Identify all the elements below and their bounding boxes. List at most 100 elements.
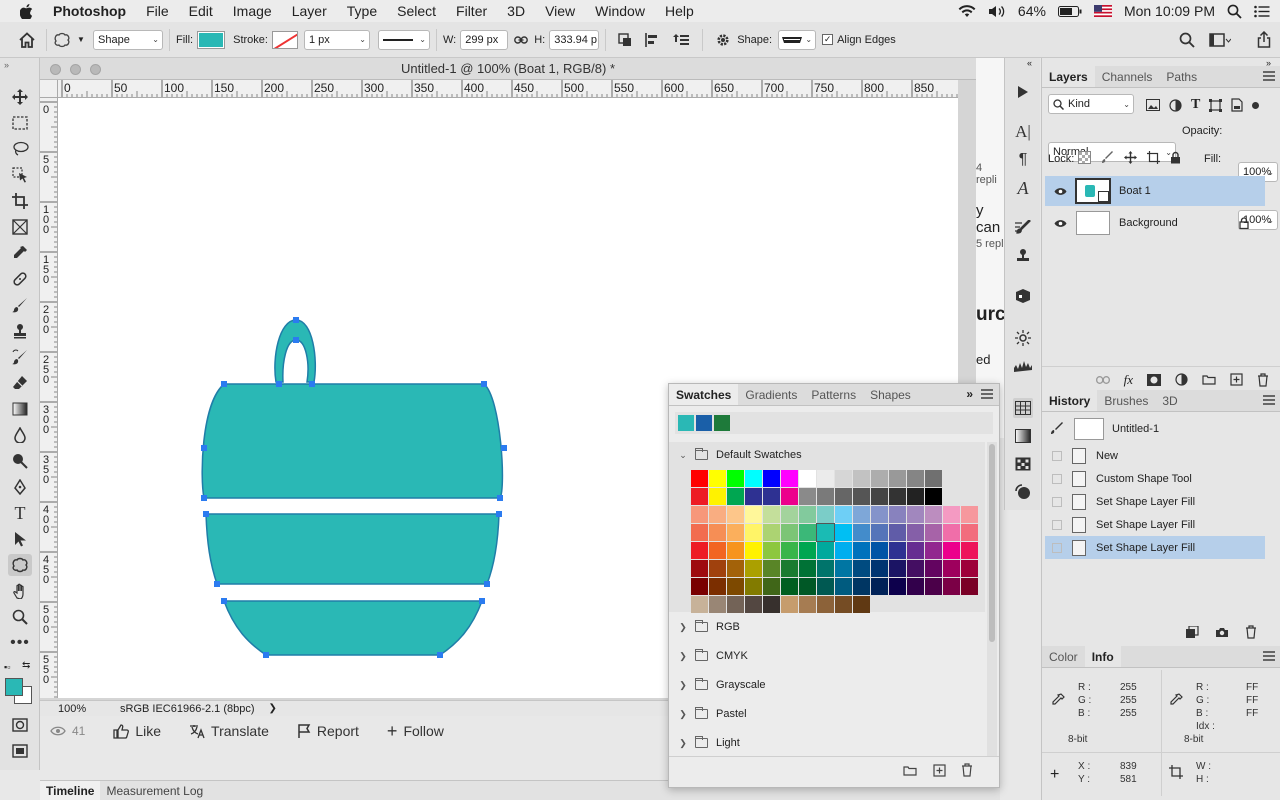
path-anchor-handle[interactable] (501, 445, 507, 451)
like-button[interactable]: Like (103, 723, 171, 739)
eyedropper-readout-icon[interactable] (1051, 693, 1065, 707)
color-swatch[interactable] (745, 542, 762, 559)
color-swatch[interactable] (853, 596, 870, 613)
minimize-window-button[interactable] (70, 64, 81, 75)
width-input[interactable]: 299 px (460, 29, 509, 50)
new-document-from-state-icon[interactable] (1185, 625, 1199, 639)
history-brush-checkbox[interactable] (1052, 473, 1062, 484)
color-swatch[interactable] (853, 542, 870, 559)
color-swatch[interactable] (943, 506, 960, 523)
workspace-switcher-icon[interactable] (1209, 32, 1231, 48)
close-window-button[interactable] (50, 64, 61, 75)
path-selection-tool-icon[interactable] (8, 528, 32, 550)
color-swatch[interactable] (835, 524, 852, 541)
lock-position-icon[interactable] (1124, 151, 1137, 164)
color-swatch[interactable] (763, 470, 780, 487)
pen-tool-icon[interactable] (8, 476, 32, 498)
default-colors-icon[interactable]: ▪▫ (4, 662, 10, 672)
color-swatch[interactable] (871, 506, 888, 523)
path-anchor-handle[interactable] (497, 495, 503, 501)
filter-pixel-icon[interactable] (1146, 99, 1160, 111)
tab-info[interactable]: Info (1084, 646, 1121, 667)
patterns-panel-icon[interactable] (1013, 454, 1033, 474)
spotlight-search-icon[interactable] (1227, 4, 1242, 19)
swatches-panel-icon[interactable] (1013, 398, 1033, 418)
path-anchor-handle[interactable] (201, 445, 207, 451)
color-swatch[interactable] (853, 488, 870, 505)
color-swatch[interactable] (709, 560, 726, 577)
home-icon[interactable] (18, 31, 40, 48)
color-swatch[interactable] (763, 488, 780, 505)
menu-layer[interactable]: Layer (282, 3, 337, 19)
flag-icon[interactable] (1093, 5, 1112, 17)
layer-effects-icon[interactable]: fx (1124, 372, 1133, 388)
history-state-set-fill-3[interactable]: Set Shape Layer Fill (1045, 536, 1265, 559)
history-brush-checkbox[interactable] (1052, 519, 1062, 530)
tab-color[interactable]: Color (1042, 646, 1085, 667)
panel-menu-icon[interactable] (1263, 395, 1275, 405)
lasso-tool-icon[interactable] (8, 138, 32, 160)
tab-channels[interactable]: Channels (1095, 66, 1160, 87)
visibility-eye-icon[interactable] (1054, 187, 1067, 196)
color-swatch[interactable] (889, 578, 906, 595)
color-swatch[interactable] (709, 488, 726, 505)
color-swatch[interactable] (925, 542, 942, 559)
chevron-right-icon[interactable]: ❯ (675, 738, 691, 749)
path-anchor-handle[interactable] (437, 652, 443, 658)
path-anchor-handle[interactable] (263, 652, 269, 658)
color-swatch[interactable] (763, 578, 780, 595)
path-operations-icon[interactable] (618, 32, 632, 47)
paragraph-panel-icon[interactable]: ¶ (1013, 150, 1033, 170)
color-swatch[interactable] (763, 596, 780, 613)
height-input[interactable]: 333.94 p (549, 29, 600, 50)
chevron-right-icon[interactable]: ❯ (675, 622, 691, 633)
path-anchor-handle[interactable] (276, 381, 282, 387)
color-swatch[interactable] (817, 542, 834, 559)
color-swatch[interactable] (691, 542, 708, 559)
status-expand-icon[interactable]: ❯ (269, 703, 277, 714)
color-swatch[interactable] (817, 470, 834, 487)
color-swatch[interactable] (817, 578, 834, 595)
color-swatch[interactable] (763, 542, 780, 559)
swatch-group-pastel[interactable]: ❯ Pastel (675, 703, 985, 725)
color-swatch[interactable] (727, 506, 744, 523)
color-swatch[interactable] (817, 488, 834, 505)
vertical-ruler[interactable]: 050100150200250300350400450500550600 (40, 98, 58, 698)
tab-history[interactable]: History (1042, 390, 1098, 411)
ruler-origin[interactable] (40, 80, 58, 98)
color-swatch[interactable] (709, 596, 726, 613)
history-brush-source-icon[interactable] (1050, 421, 1064, 436)
path-anchor-handle[interactable] (214, 581, 220, 587)
path-anchor-handle[interactable] (221, 598, 227, 604)
zoom-tool-icon[interactable] (8, 606, 32, 628)
lock-all-icon[interactable] (1170, 151, 1181, 164)
color-swatch[interactable] (727, 488, 744, 505)
color-swatch[interactable] (727, 560, 744, 577)
quick-mask-icon[interactable] (8, 714, 32, 736)
battery-icon[interactable] (1057, 5, 1082, 17)
color-swatch[interactable] (799, 596, 816, 613)
color-swatch[interactable] (871, 488, 888, 505)
wifi-icon[interactable] (958, 4, 976, 18)
document-title-bar[interactable]: Untitled-1 @ 100% (Boat 1, RGB/8) * (40, 58, 976, 80)
path-anchor-handle[interactable] (203, 511, 209, 517)
shape-picker-dropdown[interactable]: ⌄ (778, 29, 817, 50)
color-swatch[interactable] (889, 488, 906, 505)
screen-mode-icon[interactable] (8, 740, 32, 762)
trash-icon[interactable] (961, 763, 973, 777)
color-swatch[interactable] (709, 542, 726, 559)
color-swatch[interactable] (961, 506, 978, 523)
color-swatch[interactable] (925, 560, 942, 577)
menu-image[interactable]: Image (223, 3, 282, 19)
panel-menu-icon[interactable] (981, 389, 993, 399)
color-swatch[interactable] (763, 506, 780, 523)
eyedropper-readout-2-icon[interactable] (1169, 693, 1183, 707)
color-swatch[interactable] (799, 524, 816, 541)
history-brush-checkbox[interactable] (1052, 542, 1062, 553)
color-swatch[interactable] (745, 560, 762, 577)
history-brush-checkbox[interactable] (1052, 496, 1062, 507)
history-state-new[interactable]: New (1045, 444, 1265, 467)
color-swatch[interactable] (943, 524, 960, 541)
color-swatch[interactable] (907, 542, 924, 559)
color-swatch[interactable] (889, 560, 906, 577)
